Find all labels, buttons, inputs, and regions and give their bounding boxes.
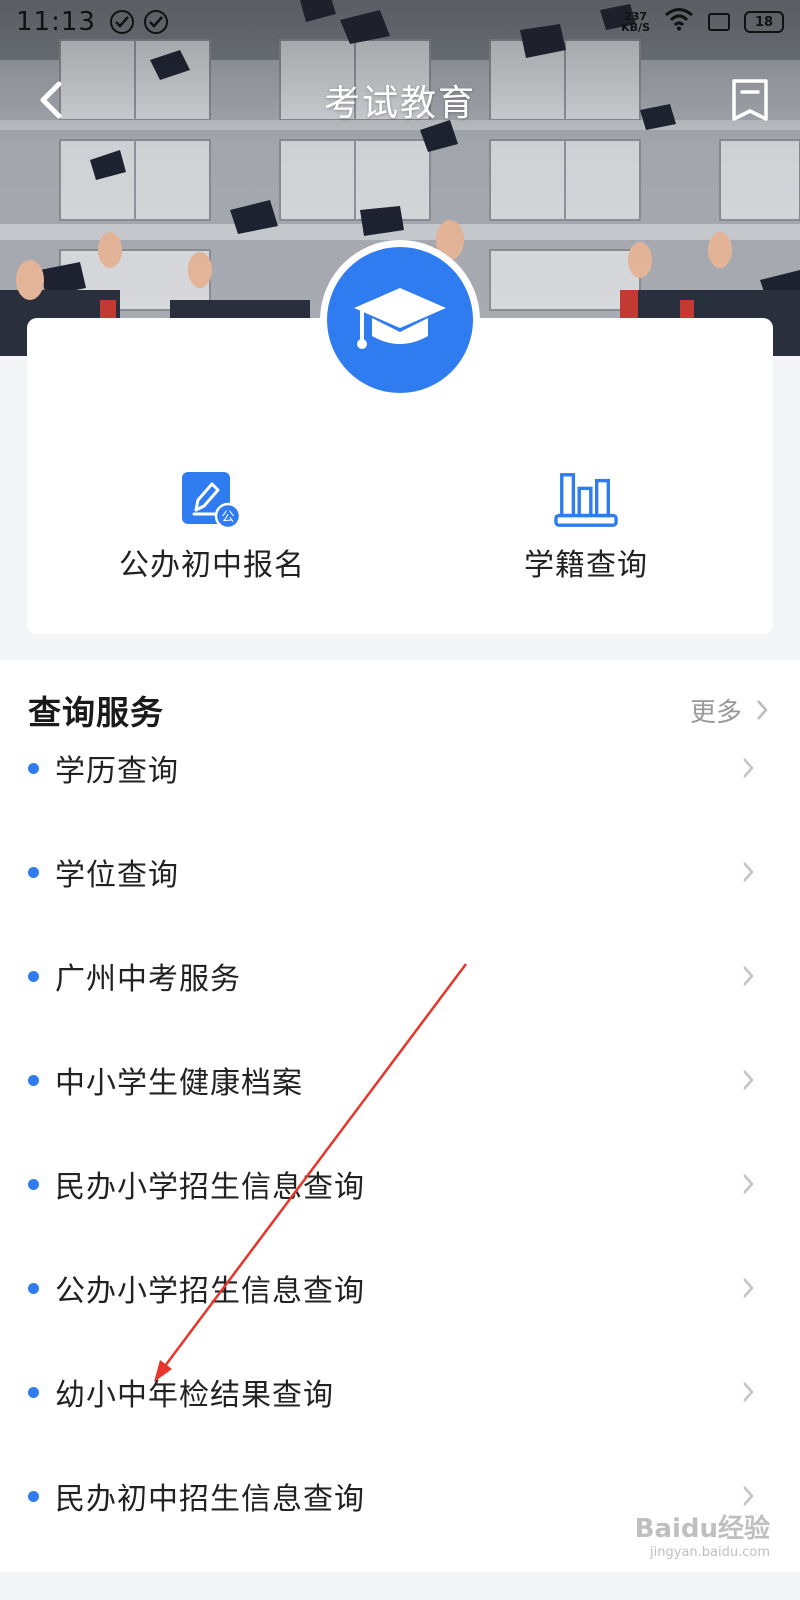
back-arrow-icon (40, 81, 62, 119)
check-circle-icon (109, 10, 134, 34)
bullet-dot (28, 866, 39, 878)
chevron-right-icon (743, 862, 754, 882)
graduation-cap-badge (327, 247, 473, 393)
back-button[interactable] (22, 72, 78, 128)
page: 11:13 237 KB/S 18 考试教育 公 公办初中报名 学籍查询 查询服… (0, 0, 800, 1600)
list-item-label: 学位查询 (55, 858, 179, 893)
network-speed-unit: KB/S (621, 21, 650, 34)
status-bar: 11:13 237 KB/S 18 (0, 0, 800, 44)
list-item-label: 民办小学招生信息查询 (55, 1170, 365, 1205)
sim-card-icon (708, 13, 730, 31)
list-item-guangzhou-exam[interactable]: 广州中考服务 (0, 924, 800, 1028)
bullet-dot (28, 1178, 39, 1190)
bullet-dot (28, 1490, 39, 1502)
list-item-public-primary[interactable]: 公办小学招生信息查询 (0, 1236, 800, 1340)
chevron-right-icon (743, 1070, 754, 1090)
quick-entry-public-middle-school[interactable]: 公 公办初中报名 (82, 470, 342, 583)
battery-level: 18 (754, 14, 774, 30)
list-item-label: 学历查询 (55, 754, 179, 789)
wifi-icon (664, 7, 694, 38)
bottom-strip (0, 1572, 800, 1600)
battery-icon: 18 (744, 11, 784, 33)
svg-text:公: 公 (221, 510, 234, 525)
bullet-dot (28, 1386, 39, 1398)
bullet-dot (28, 1074, 39, 1086)
bar-chart-icon (554, 470, 618, 530)
network-speed: 237 KB/S (621, 11, 650, 33)
chevron-right-icon (743, 1174, 754, 1194)
watermark: Baidu经验 jingyan.baidu.com (635, 1508, 770, 1560)
list-item-annual-inspection[interactable]: 幼小中年检结果查询 (0, 1340, 800, 1444)
list-item-label: 公办小学招生信息查询 (55, 1274, 365, 1309)
bookmark-button[interactable] (722, 72, 778, 128)
quick-entry-student-status[interactable]: 学籍查询 (456, 470, 716, 583)
quick-entry-label: 学籍查询 (524, 548, 648, 583)
status-indicators: 237 KB/S 18 (621, 7, 784, 38)
list-item-health-records[interactable]: 中小学生健康档案 (0, 1028, 800, 1132)
nav-bar: 考试教育 (0, 60, 800, 140)
list-item-label: 幼小中年检结果查询 (55, 1378, 334, 1413)
page-title: 考试教育 (323, 83, 476, 124)
list-item-degree-query[interactable]: 学位查询 (0, 820, 800, 924)
chevron-right-icon (743, 1486, 754, 1506)
list-item-label: 民办初中招生信息查询 (55, 1482, 365, 1517)
list-item-private-primary[interactable]: 民办小学招生信息查询 (0, 1132, 800, 1236)
watermark-sub: jingyan.baidu.com (650, 1545, 770, 1560)
chevron-right-icon (743, 1382, 754, 1402)
bullet-dot (28, 762, 39, 774)
education-logo (320, 240, 480, 400)
watermark-text: Baidu经验 (634, 1514, 770, 1544)
bullet-dot (28, 1282, 39, 1294)
chevron-right-icon (743, 1278, 754, 1298)
query-services-section: 查询服务 更多 学历查询 学位查询 广州中考服务 中小学生健康档案 民办小学招生… (0, 660, 800, 1572)
chevron-right-icon (743, 758, 754, 778)
chevron-right-icon (743, 966, 754, 986)
list-item-label: 广州中考服务 (55, 962, 241, 997)
status-time: 11:13 (16, 7, 96, 37)
bullet-dot (28, 970, 39, 982)
list-item-education-query[interactable]: 学历查询 (0, 716, 800, 820)
edit-badge-icon: 公 (180, 470, 244, 530)
check-circle-icon (143, 10, 168, 34)
bookmark-icon (732, 79, 768, 121)
quick-entry-label: 公办初中报名 (119, 548, 305, 583)
list-item-label: 中小学生健康档案 (55, 1066, 303, 1101)
graduation-cap-icon (354, 288, 446, 349)
